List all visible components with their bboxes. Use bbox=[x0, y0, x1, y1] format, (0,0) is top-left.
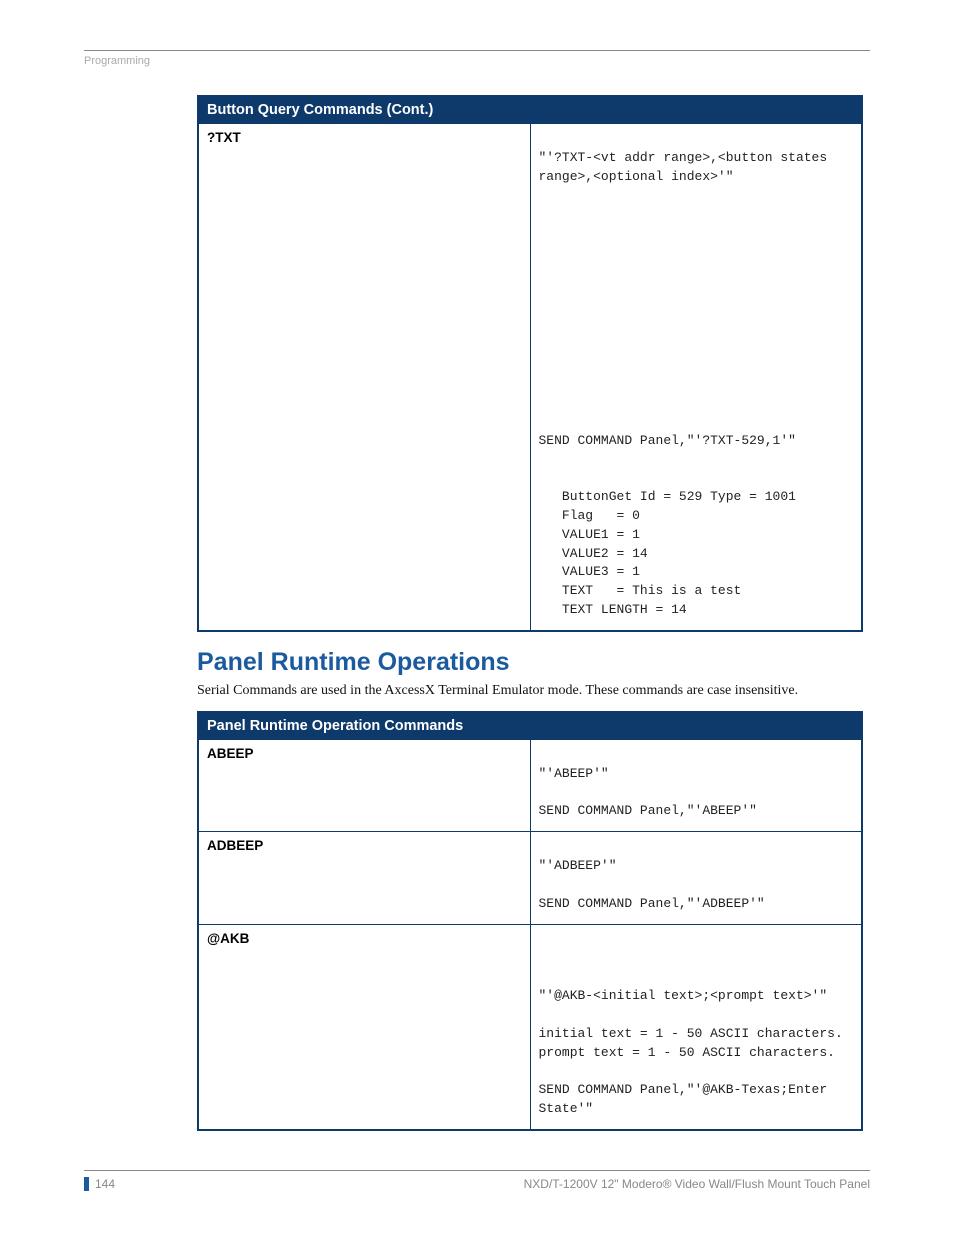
page-content: Programming Button Query Commands (Cont.… bbox=[0, 0, 954, 1131]
cmd-name: ADBEEP bbox=[198, 832, 530, 924]
page-footer: 144 NXD/T-1200V 12" Modero® Video Wall/F… bbox=[84, 1170, 870, 1191]
table-row: ?TXT "'?TXT-<vt addr range>,<button stat… bbox=[198, 124, 862, 631]
section-tag: Programming bbox=[84, 55, 870, 67]
footer-doc-title: NXD/T-1200V 12" Modero® Video Wall/Flush… bbox=[524, 1177, 870, 1191]
table-row: @AKB "'@AKB-<initial text>;<prompt text>… bbox=[198, 924, 862, 1130]
cmd-body: "'?TXT-<vt addr range>,<button states ra… bbox=[530, 124, 862, 631]
section-desc: Serial Commands are used in the AxcessX … bbox=[197, 683, 870, 699]
button-query-table: Button Query Commands (Cont.) ?TXT "'?TX… bbox=[197, 95, 863, 632]
section-heading: Panel Runtime Operations bbox=[197, 648, 870, 677]
cmd-body: "'@AKB-<initial text>;<prompt text>'" in… bbox=[530, 924, 862, 1130]
cmd-name: @AKB bbox=[198, 924, 530, 1130]
panel-runtime-table: Panel Runtime Operation Commands ABEEP "… bbox=[197, 711, 863, 1131]
table2-title: Panel Runtime Operation Commands bbox=[198, 712, 862, 740]
footer-tick-icon bbox=[84, 1177, 89, 1191]
cmd-body: "'ADBEEP'" SEND COMMAND Panel,"'ADBEEP'" bbox=[530, 832, 862, 924]
top-rule bbox=[84, 50, 870, 51]
table1-title: Button Query Commands (Cont.) bbox=[198, 96, 862, 124]
cmd-name: ?TXT bbox=[198, 124, 530, 631]
cmd-name: ABEEP bbox=[198, 739, 530, 831]
page-number-wrap: 144 bbox=[84, 1177, 115, 1191]
table-row: ADBEEP "'ADBEEP'" SEND COMMAND Panel,"'A… bbox=[198, 832, 862, 924]
table-row: ABEEP "'ABEEP'" SEND COMMAND Panel,"'ABE… bbox=[198, 739, 862, 831]
cmd-body: "'ABEEP'" SEND COMMAND Panel,"'ABEEP'" bbox=[530, 739, 862, 831]
page-number: 144 bbox=[95, 1177, 115, 1191]
